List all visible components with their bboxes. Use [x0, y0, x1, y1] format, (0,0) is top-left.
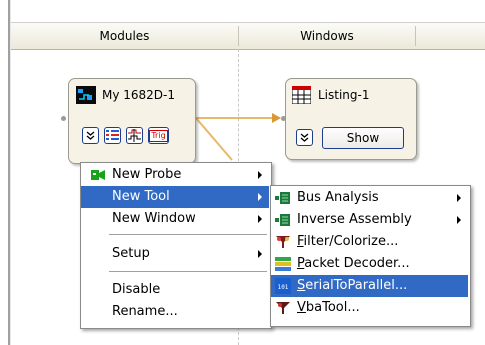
- listing-window-node[interactable]: Listing-1 Show: [285, 78, 417, 160]
- label-rest: baTool...: [305, 300, 360, 315]
- waveform-button[interactable]: [126, 127, 143, 144]
- probe-icon: [91, 170, 105, 180]
- submenu-item-vbatool[interactable]: VbaTool...: [271, 297, 468, 319]
- submenu-item-packet-decoder[interactable]: Packet Decoder...: [271, 253, 468, 275]
- waveform-icon: [128, 129, 141, 142]
- submenu-item-bus-analysis[interactable]: Bus Analysis: [271, 187, 468, 209]
- menu-item-label: New Window: [112, 211, 196, 226]
- new-tool-submenu: Bus Analysis Inverse Assembly Filter/Col…: [270, 185, 471, 327]
- submenu-arrow-icon: [258, 215, 262, 223]
- collapse-button[interactable]: [296, 129, 313, 146]
- menu-item-disable[interactable]: Disable: [81, 279, 269, 301]
- menu-item-rename[interactable]: Rename...: [81, 301, 269, 323]
- submenu-arrow-icon: [258, 193, 262, 201]
- mnemonic-letter: V: [297, 300, 306, 315]
- label-rest: ilter/Colorize...: [303, 234, 399, 249]
- menu-item-label: Packet Decoder...: [297, 253, 410, 275]
- menu-item-label: Disable: [112, 282, 161, 297]
- menu-item-label: Setup: [112, 246, 150, 261]
- menu-item-new-tool[interactable]: New Tool: [81, 186, 269, 208]
- context-menu: New Probe New Tool New Window Setup Disa…: [80, 162, 272, 329]
- chevron-down-icon: [86, 131, 95, 140]
- vba-icon: [276, 302, 290, 314]
- module-title: My 1682D-1: [102, 88, 176, 102]
- submenu-arrow-icon: [258, 171, 262, 179]
- filter-icon: [276, 236, 290, 248]
- submenu-arrow-icon: [457, 216, 461, 224]
- packet-icon: [275, 257, 291, 271]
- chevron-down-icon: [300, 133, 309, 142]
- collapse-button[interactable]: [82, 127, 99, 144]
- submenu-arrow-icon: [457, 194, 461, 202]
- svg-text:101: 101: [278, 284, 289, 291]
- menu-item-label: SerialToParallel...: [297, 275, 407, 297]
- bus-icon: [275, 214, 290, 226]
- menu-separator: [109, 271, 267, 272]
- menu-item-new-window[interactable]: New Window: [81, 208, 269, 230]
- tool-list-button[interactable]: [104, 127, 121, 144]
- module-input-port[interactable]: [61, 116, 66, 121]
- menu-item-new-probe[interactable]: New Probe: [81, 164, 269, 186]
- menu-item-label: New Tool: [112, 189, 170, 204]
- show-button[interactable]: Show: [322, 127, 404, 149]
- wire-arrow-icon: [272, 113, 281, 123]
- module-node[interactable]: My 1682D-1 Trig: [68, 78, 196, 164]
- module-window: Modules Windows My 1682D-1 Trig Listing-…: [0, 0, 485, 345]
- menu-item-label: Filter/Colorize...: [297, 231, 398, 253]
- bus-icon: [275, 192, 290, 204]
- analyzer-icon: [76, 86, 96, 104]
- trigger-button[interactable]: Trig: [148, 127, 169, 144]
- label-rest: erialToParallel...: [305, 278, 408, 293]
- tool-list-icon: [106, 130, 119, 140]
- menu-item-label: New Probe: [112, 167, 182, 182]
- menu-item-label: VbaTool...: [297, 297, 360, 319]
- listing-icon: [292, 86, 311, 104]
- label-rest: acket Decoder...: [304, 256, 410, 271]
- menu-separator: [109, 234, 267, 235]
- listing-title: Listing-1: [318, 88, 370, 102]
- wire-module-to-listing: [195, 117, 233, 161]
- submenu-item-serial-to-parallel[interactable]: 101 SerialToParallel...: [271, 275, 468, 297]
- submenu-item-filter-colorize[interactable]: Filter/Colorize...: [271, 231, 468, 253]
- submenu-arrow-icon: [258, 250, 262, 258]
- menu-item-setup[interactable]: Setup: [81, 243, 269, 265]
- menu-item-label: Rename...: [112, 304, 178, 319]
- menu-item-label: Bus Analysis: [297, 190, 379, 205]
- menu-item-label: Inverse Assembly: [297, 212, 412, 227]
- trig-label: Trig: [149, 129, 168, 142]
- submenu-item-inverse-assembly[interactable]: Inverse Assembly: [271, 209, 468, 231]
- serial-icon: 101: [275, 278, 291, 294]
